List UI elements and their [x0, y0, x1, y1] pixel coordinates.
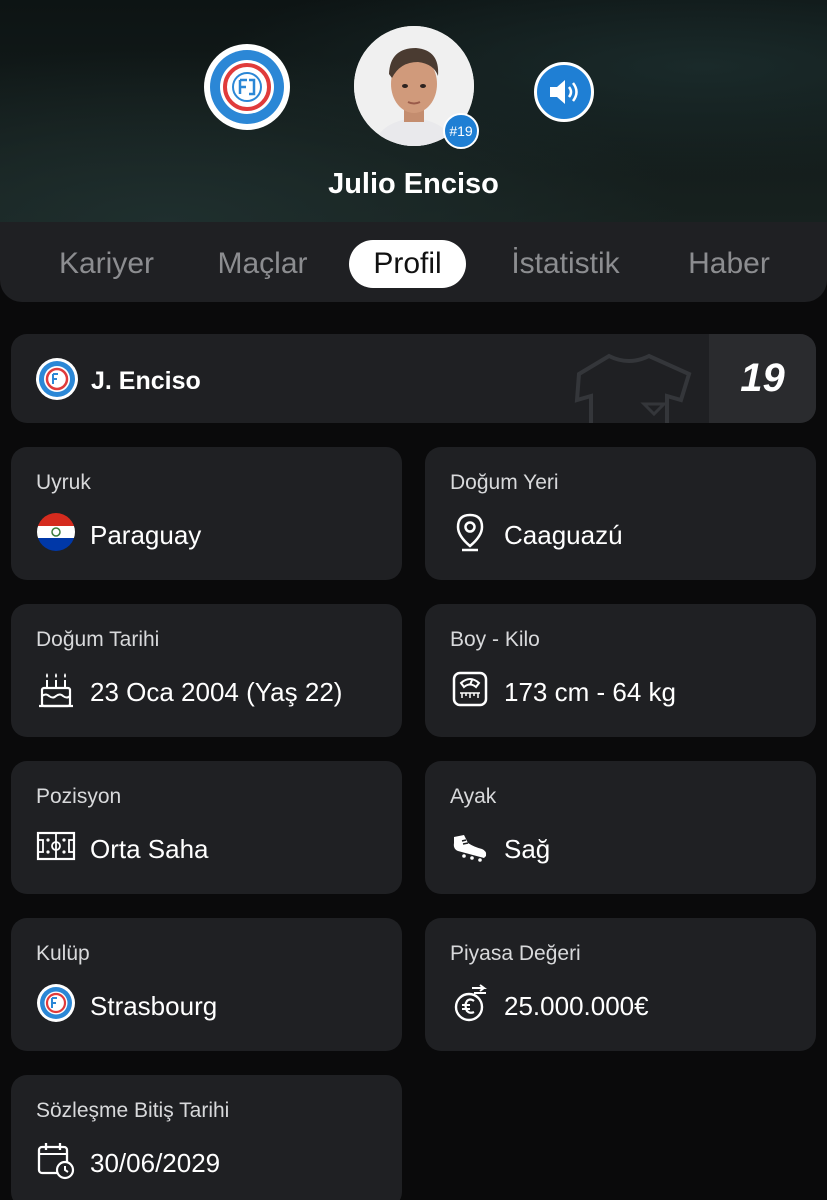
- position-label: Pozisyon: [36, 785, 122, 808]
- tab-profil[interactable]: Profil: [349, 240, 466, 288]
- height-weight-card: Boy - Kilo 173 cm - 64 kg: [425, 604, 816, 737]
- market-value-card: Piyasa Değeri 25.000.000€: [425, 918, 816, 1051]
- foot-label: Ayak: [450, 785, 497, 808]
- nationality-label: Uyruk: [36, 471, 91, 494]
- tab-haber[interactable]: Haber: [674, 240, 784, 288]
- scale-icon: [449, 668, 491, 710]
- position-card: Pozisyon Orta Saha: [11, 761, 402, 894]
- tab-maclar[interactable]: Maçlar: [200, 240, 325, 288]
- height-weight-value: 173 cm - 64 kg: [504, 677, 676, 707]
- club-logo-icon: [35, 982, 77, 1024]
- profile-tabs: Kariyer Maçlar Profil İstatistik Haber: [0, 222, 827, 302]
- foot-card: Ayak Sağ: [425, 761, 816, 894]
- player-name: Julio Enciso: [328, 168, 499, 200]
- club-card[interactable]: Kulüp Strasbourg: [11, 918, 402, 1051]
- euro-coin-icon: [449, 982, 491, 1024]
- market-value-label: Piyasa Değeri: [450, 942, 581, 965]
- paraguay-flag-icon: [35, 511, 77, 553]
- tab-kariyer[interactable]: Kariyer: [44, 240, 169, 288]
- contract-end-card: Sözleşme Bitiş Tarihi 30/06/2029: [11, 1075, 402, 1200]
- calendar-clock-icon: [35, 1139, 77, 1181]
- jersey-outline-icon: [559, 344, 719, 423]
- birthplace-value: Caaguazú: [504, 520, 623, 550]
- boot-icon: [449, 825, 491, 867]
- height-weight-label: Boy - Kilo: [450, 628, 540, 651]
- club-value: Strasbourg: [90, 991, 218, 1021]
- nationality-card: Uyruk Paraguay: [11, 447, 402, 580]
- market-value-value: 25.000.000€: [504, 991, 649, 1021]
- club-label: Kulüp: [36, 942, 90, 965]
- birthdate-value: 23 Oca 2004 (Yaş 22): [90, 677, 343, 707]
- player-header: #19 Julio Enciso: [0, 0, 827, 222]
- club-logo-icon: [35, 357, 79, 406]
- contract-end-label: Sözleşme Bitiş Tarihi: [36, 1099, 230, 1122]
- tab-istatistik[interactable]: İstatistik: [494, 240, 637, 288]
- club-logo-icon[interactable]: [204, 44, 290, 130]
- jersey-number-badge: #19: [443, 113, 479, 149]
- contract-end-value: 30/06/2029: [90, 1148, 221, 1178]
- location-pin-icon: [449, 511, 491, 553]
- foot-value: Sağ: [504, 834, 551, 864]
- nationality-value: Paraguay: [90, 520, 202, 550]
- birthdate-card: Doğum Tarihi 23 Oca 2004 (Yaş 22): [11, 604, 402, 737]
- speaker-icon[interactable]: [534, 62, 594, 122]
- birthdate-label: Doğum Tarihi: [36, 628, 160, 651]
- pitch-icon: [35, 825, 77, 867]
- jersey-number: 19: [740, 356, 785, 400]
- birthday-cake-icon: [35, 668, 77, 710]
- birthplace-card: Doğum Yeri Caaguazú: [425, 447, 816, 580]
- birthplace-label: Doğum Yeri: [450, 471, 559, 494]
- player-short-name-card: J. Enciso 19: [11, 334, 816, 423]
- player-short-name: J. Enciso: [91, 367, 201, 395]
- position-value: Orta Saha: [90, 834, 209, 864]
